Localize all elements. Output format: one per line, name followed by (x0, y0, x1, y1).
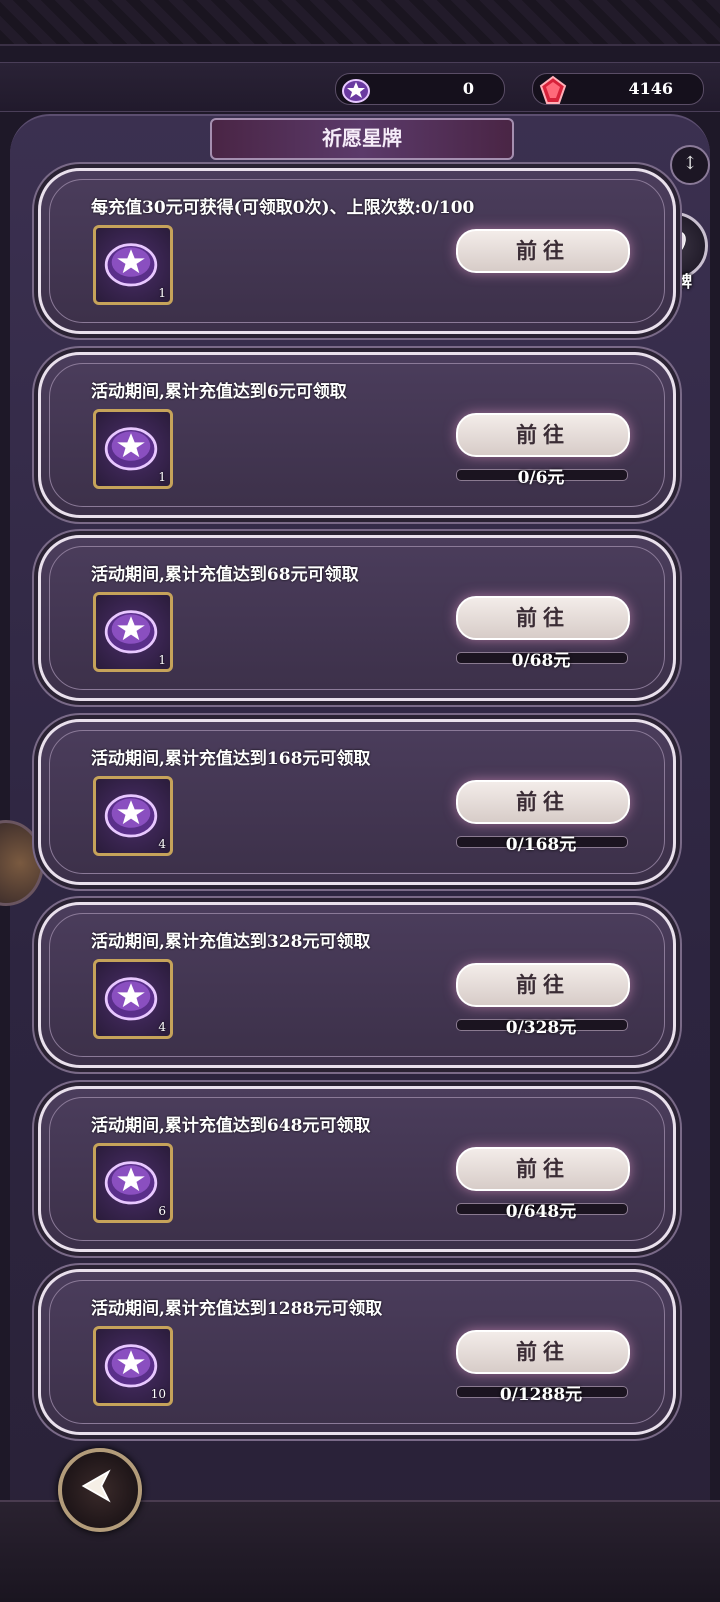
vertical-arrows-icon: ↕ (682, 153, 698, 174)
star-token-value: 0 (462, 79, 474, 98)
reward-card: 活动期间,累计充值达到6元可领取 1 前往 0/6元 (38, 351, 676, 518)
reward-condition: 活动期间,累计充值达到6元可领取 (91, 381, 347, 402)
go-button[interactable]: 前往 (456, 963, 630, 1007)
reward-condition: 活动期间,累计充值达到648元可领取 (91, 1115, 371, 1136)
reward-item-count: 4 (158, 836, 166, 851)
reward-card: 活动期间,累计充值达到168元可领取 4 前往 0/168元 (38, 718, 676, 885)
go-button[interactable]: 前往 (456, 1330, 630, 1374)
reward-item-slot[interactable]: 10 (93, 1326, 173, 1406)
reward-item-count: 10 (150, 1387, 166, 1401)
reward-item-count: 4 (158, 1020, 166, 1034)
reward-item-slot[interactable]: 1 (93, 408, 173, 489)
reward-condition: 活动期间,累计充值达到1288元可领取 (91, 1299, 383, 1319)
back-arrow-icon (81, 1469, 111, 1503)
reward-card: 活动期间,累计充值达到328元可领取 4 前往 0/328元 (38, 902, 676, 1068)
page-title: 祈愿星牌 (210, 118, 514, 160)
reward-card: 活动期间,累计充值达到68元可领取 1 前往 0/68元 (38, 535, 676, 701)
go-button[interactable]: 前往 (456, 1146, 630, 1191)
reward-condition: 每充值30元可获得(可领取0次)、上限次数:0/100 (91, 198, 475, 218)
reward-condition: 活动期间,累计充值达到328元可领取 (91, 932, 371, 952)
recharge-progress-text: 0/1288元 (499, 1385, 583, 1405)
red-gem-icon (539, 75, 567, 104)
reward-item-slot[interactable]: 4 (93, 775, 173, 856)
reward-item-count: 1 (158, 653, 166, 667)
resource-bar: 0 4146 (0, 62, 720, 112)
go-button[interactable]: 前往 (456, 229, 630, 273)
recharge-progress-text: 0/68元 (511, 651, 571, 671)
reward-item-slot[interactable]: 6 (93, 1142, 173, 1223)
reward-item-count: 6 (158, 1203, 166, 1218)
reward-item-slot[interactable]: 4 (93, 959, 173, 1039)
recharge-progress-text: 0/168元 (505, 834, 577, 855)
reward-item-slot[interactable]: 1 (93, 225, 173, 305)
recharge-progress-text: 0/328元 (505, 1018, 577, 1038)
back-button[interactable] (58, 1448, 142, 1532)
reward-condition: 活动期间,累计充值达到68元可领取 (91, 565, 359, 585)
gem-counter: 4146 (532, 73, 704, 105)
reward-item-slot[interactable]: 1 (93, 592, 173, 672)
reward-card: 活动期间,累计充值达到648元可领取 6 前往 0/648元 (38, 1085, 676, 1252)
reward-item-count: 1 (158, 469, 166, 484)
recharge-progress-text: 0/6元 (517, 467, 565, 488)
star-token-icon (342, 79, 370, 103)
top-decor-band (0, 0, 720, 46)
star-token-counter: 0 (335, 73, 505, 105)
gem-value: 4146 (628, 79, 673, 98)
scroll-toggle-button[interactable]: ↕ (670, 145, 710, 185)
reward-card: 活动期间,累计充值达到1288元可领取 10 前往 0/1288元 (38, 1269, 676, 1435)
go-button[interactable]: 前往 (456, 412, 630, 457)
reward-card: 每充值30元可获得(可领取0次)、上限次数:0/100 1 前往 (38, 168, 676, 334)
recharge-progress-text: 0/648元 (505, 1201, 577, 1222)
go-button[interactable]: 前往 (456, 779, 630, 824)
reward-condition: 活动期间,累计充值达到168元可领取 (91, 748, 371, 769)
reward-item-count: 1 (158, 286, 166, 300)
go-button[interactable]: 前往 (456, 596, 630, 640)
